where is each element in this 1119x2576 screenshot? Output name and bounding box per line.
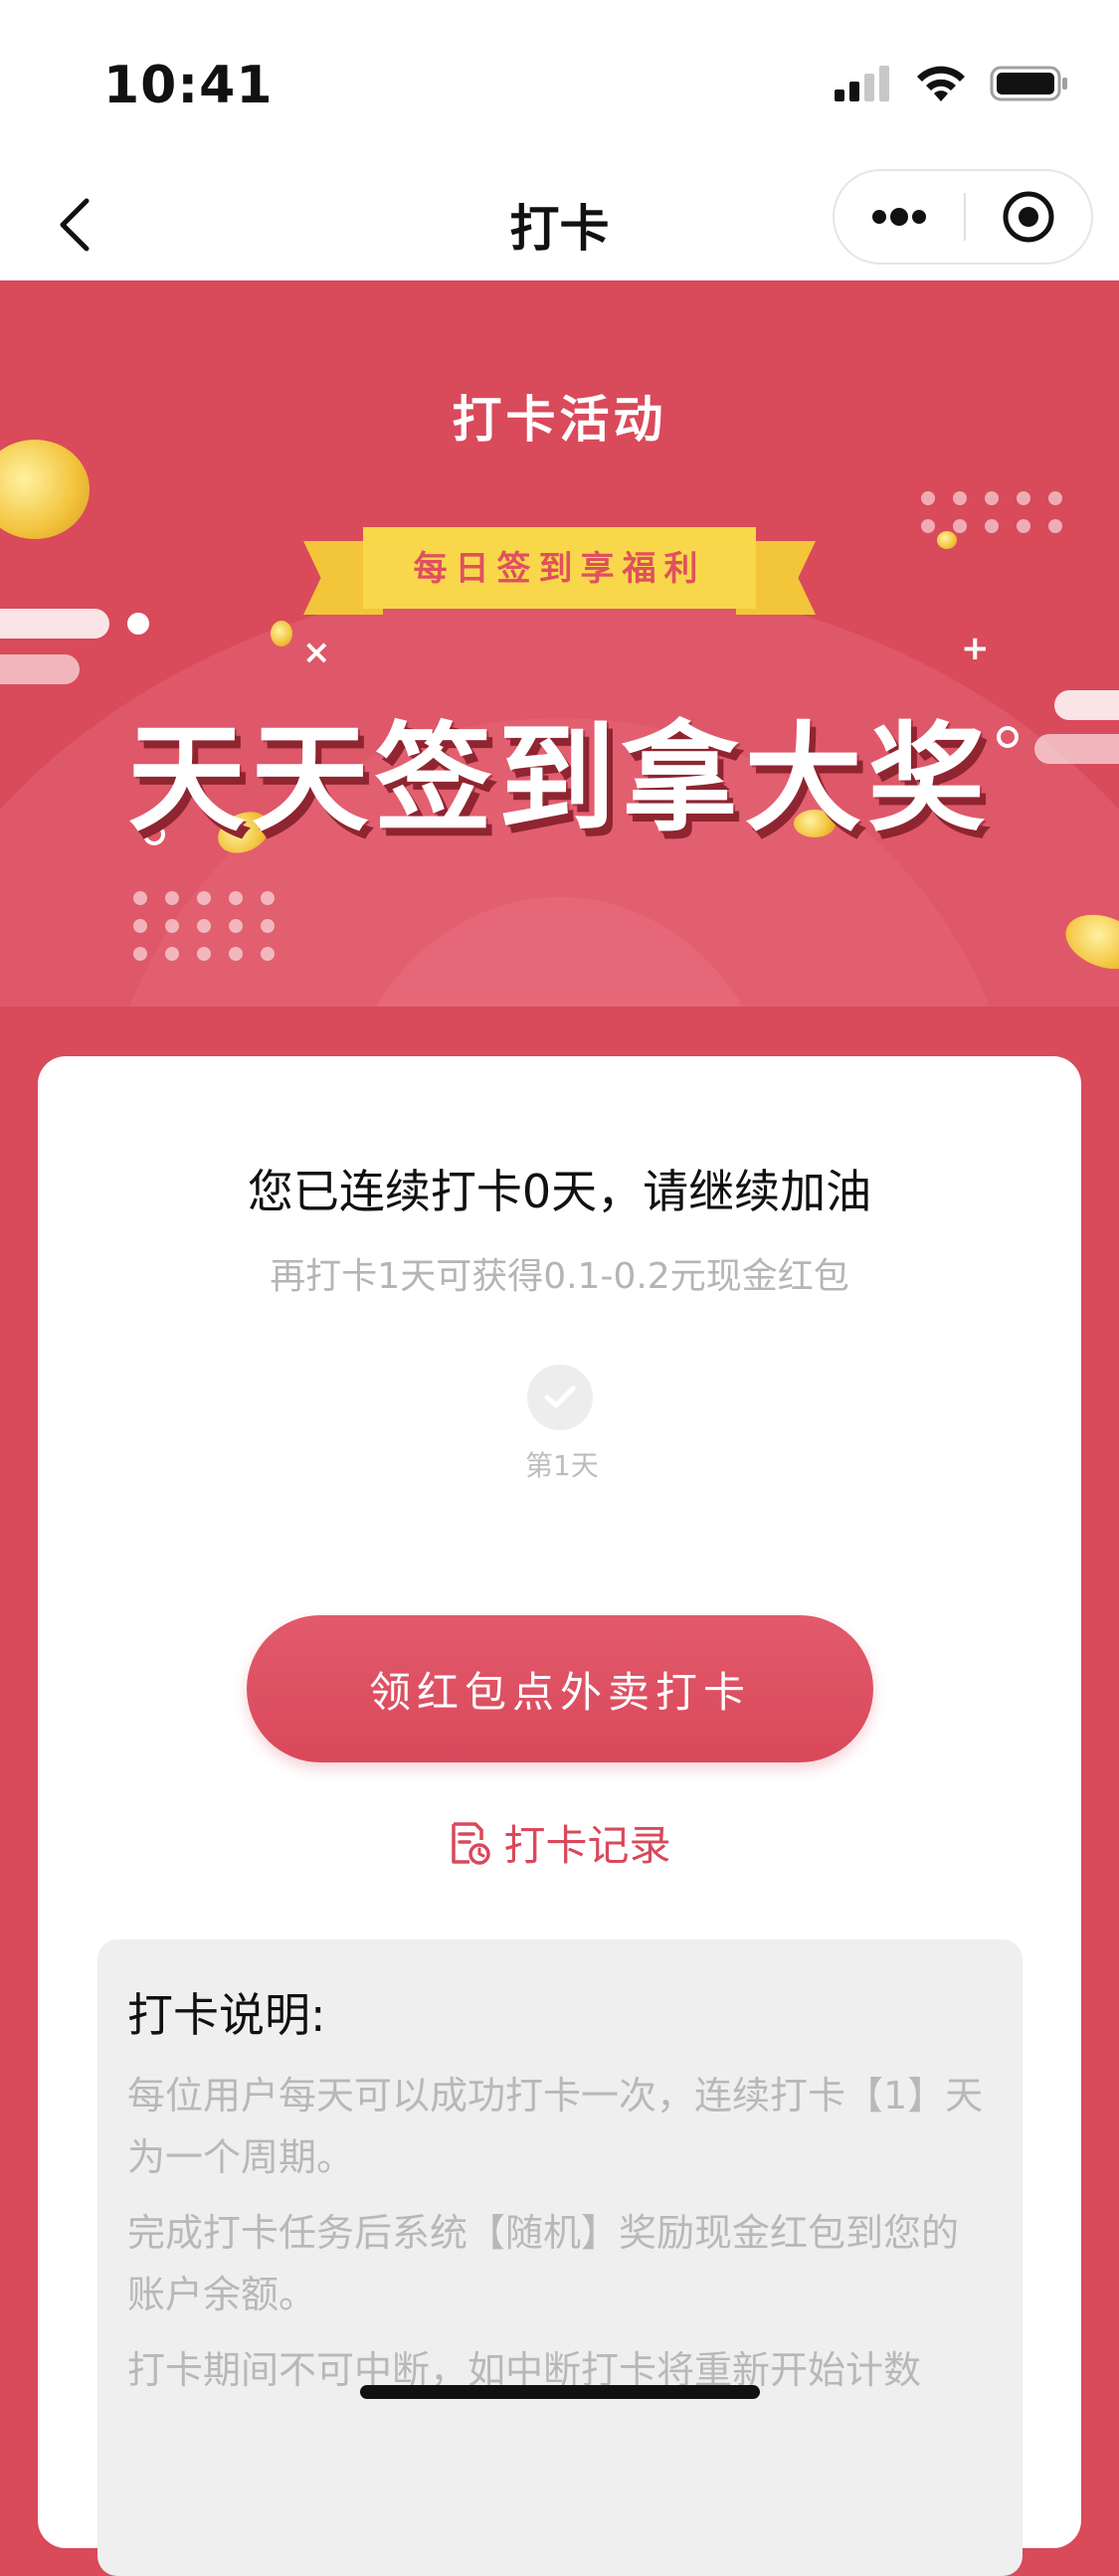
promo-banner: × + 打卡活动 每日签到享福利 天天签到拿大奖 bbox=[0, 280, 1119, 1007]
banner-headline: 天天签到拿大奖 bbox=[127, 710, 992, 847]
more-button[interactable] bbox=[835, 171, 964, 263]
battery-icon bbox=[990, 66, 1067, 101]
rules-item: 每位用户每天可以成功打卡一次，连续打卡【1】天为一个周期。 bbox=[127, 2074, 984, 2179]
coin-decoration bbox=[271, 621, 292, 646]
dots-decoration bbox=[921, 491, 1066, 533]
ribbon-text: 每日签到享福利 bbox=[413, 549, 706, 589]
reward-text: 再打卡1天可获得0.1-0.2元现金红包 bbox=[270, 1256, 849, 1297]
rules-title: 打卡说明: bbox=[127, 1988, 326, 2042]
status-time: 10:41 bbox=[103, 56, 274, 115]
streak-text: 您已连续打卡0天，请继续加油 bbox=[247, 1165, 872, 1218]
coin-decoration bbox=[937, 531, 957, 549]
miniprogram-capsule bbox=[833, 169, 1093, 265]
banner-title: 打卡活动 bbox=[452, 391, 667, 449]
sparkle-icon: × bbox=[302, 633, 331, 672]
rules-item: 完成打卡任务后系统【随机】奖励现金红包到您的账户余额。 bbox=[127, 2211, 960, 2316]
day-label: 第1天 bbox=[525, 1449, 599, 1482]
cellular-signal-icon bbox=[835, 66, 889, 101]
checkin-order-button[interactable]: 领红包点外卖打卡 bbox=[247, 1615, 873, 1762]
rules-list: 每位用户每天可以成功打卡一次，连续打卡【1】天为一个周期。 完成打卡任务后系统【… bbox=[127, 2065, 993, 2415]
day-item: 第1天 bbox=[525, 1365, 599, 1484]
ribbon-badge: 每日签到享福利 bbox=[303, 527, 816, 617]
target-circle-icon bbox=[1003, 191, 1054, 243]
more-dots-icon bbox=[872, 208, 926, 226]
home-indicator bbox=[360, 2385, 760, 2399]
checkin-records-label: 打卡记录 bbox=[503, 1821, 671, 1870]
sparkle-icon: + bbox=[961, 629, 990, 668]
wifi-icon bbox=[917, 66, 965, 101]
checkin-card: 您已连续打卡0天，请继续加油 再打卡1天可获得0.1-0.2元现金红包 第1天 … bbox=[38, 1056, 1081, 2576]
status-bar: 10:41 bbox=[0, 0, 1119, 169]
record-document-icon bbox=[452, 1821, 491, 1865]
checkin-records-link[interactable]: 打卡记录 bbox=[38, 1812, 1081, 1873]
ring-decoration bbox=[127, 613, 149, 635]
cloud-decoration bbox=[0, 609, 109, 639]
cloud-decoration bbox=[0, 654, 80, 684]
coin-decoration bbox=[0, 440, 90, 539]
close-miniprogram-button[interactable] bbox=[966, 171, 1091, 263]
status-icons bbox=[833, 64, 1069, 103]
rules-section: 打卡说明: 每位用户每天可以成功打卡一次，连续打卡【1】天为一个周期。 完成打卡… bbox=[97, 1939, 1023, 2576]
nav-bar: 打卡 bbox=[0, 169, 1119, 280]
dots-decoration bbox=[133, 891, 279, 961]
check-icon bbox=[527, 1365, 593, 1430]
